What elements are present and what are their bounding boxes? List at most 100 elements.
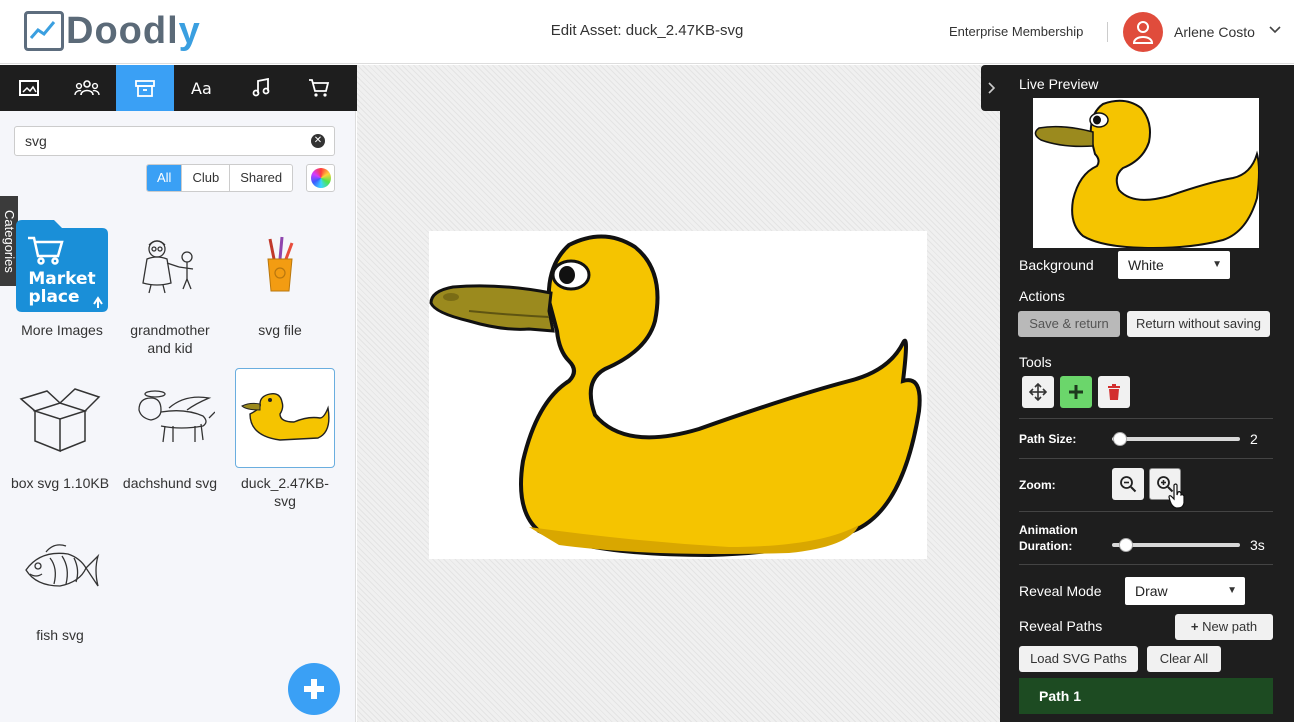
reveal-paths-label: Reveal Paths [1019,618,1103,634]
section-divider [1019,564,1273,565]
new-path-button[interactable]: + New path [1175,614,1273,640]
editor-canvas[interactable] [357,65,1000,722]
load-svg-paths-button[interactable]: Load SVG Paths [1019,646,1138,672]
live-preview-label: Live Preview [1019,76,1099,92]
svg-text:Market: Market [28,269,95,289]
tools-label: Tools [1019,354,1052,370]
asset-label: More Images [21,322,103,338]
zoom-out-button[interactable] [1112,468,1144,500]
dropdown-arrow-icon: ▼ [1227,585,1237,596]
path-size-value: 2 [1250,431,1258,447]
tab-marketplace[interactable] [290,65,348,111]
logo-chart-icon [24,11,64,51]
collapse-right-panel-icon[interactable] [981,65,1000,111]
path-size-slider-thumb[interactable] [1113,432,1127,446]
asset-filter-group: All Club Shared [146,164,294,192]
animation-label-line2: Duration: [1019,539,1073,553]
tab-characters[interactable] [58,65,116,111]
asset-label: fish svg [36,627,84,643]
tab-props[interactable] [116,65,174,111]
background-select-value: White [1128,257,1164,273]
avatar[interactable] [1123,12,1163,52]
asset-duck-svg[interactable]: duck_2.47KB-svg [235,368,335,510]
tab-images[interactable] [0,65,58,111]
reveal-mode-label: Reveal Mode [1019,583,1102,599]
animation-duration-label: Animation Duration: [1019,522,1078,554]
svg-text:place: place [28,287,79,307]
box-thumbnail [10,368,110,468]
duck-thumbnail [235,368,335,468]
add-asset-button[interactable] [288,663,340,715]
background-select[interactable]: White ▼ [1118,251,1230,279]
path-list-item[interactable]: Path 1 [1019,678,1273,714]
save-and-return-button[interactable]: Save & return [1018,311,1120,337]
add-point-tool-button[interactable] [1060,376,1092,408]
return-without-saving-button[interactable]: Return without saving [1127,311,1270,337]
path-size-label: Path Size: [1019,432,1077,446]
asset-settings-panel: Live Preview Background White ▼ Actions … [1000,65,1294,722]
asset-label: duck_2.47KB-svg [241,475,329,509]
duck-artwork[interactable] [429,231,927,559]
logo-text: Doodly [66,9,201,52]
asset-label: grandmother and kid [130,322,210,356]
fish-thumbnail [10,520,110,620]
header-divider [1107,22,1108,42]
membership-label: Enterprise Membership [949,24,1084,39]
clear-search-icon[interactable]: ✕ [311,134,325,148]
zoom-out-icon [1120,476,1137,493]
move-tool-button[interactable] [1022,376,1054,408]
background-label: Background [1019,257,1094,273]
asset-grandmother-and-kid[interactable]: grandmother and kid [120,215,220,357]
cart-icon [309,79,330,97]
asset-fish-svg[interactable]: fish svg [10,520,110,644]
chevron-down-icon[interactable] [1269,24,1281,38]
dachshund-thumbnail [120,368,220,468]
app-header: Doodly Edit Asset: duck_2.47KB-svg Enter… [0,0,1294,64]
section-divider [1019,418,1273,419]
plus-icon [304,679,324,699]
color-wheel-icon [310,168,331,188]
asset-more-images[interactable]: Market place More Images [12,215,112,339]
color-filter-button[interactable] [306,164,335,192]
plus-icon [1069,385,1083,399]
asset-label: svg file [258,322,302,338]
new-path-label: New path [1202,619,1258,634]
zoom-label: Zoom: [1019,478,1056,492]
asset-dachshund-svg[interactable]: dachshund svg [120,368,220,492]
animation-duration-value: 3s [1250,537,1265,553]
tab-text[interactable]: Aa [174,65,232,111]
animation-duration-slider-thumb[interactable] [1119,538,1133,552]
filter-all[interactable]: All [147,165,182,191]
asset-svg-file[interactable]: svg file [230,215,330,339]
doodly-logo[interactable]: Doodly [24,8,201,54]
section-divider [1019,458,1273,459]
section-divider [1019,511,1273,512]
asset-label: dachshund svg [122,475,218,491]
marketplace-thumbnail: Market place [12,215,112,315]
tab-music[interactable] [232,65,290,111]
trash-icon [1108,384,1120,400]
asset-box-svg[interactable]: box svg 1.10KB [10,368,110,492]
delete-tool-button[interactable] [1098,376,1130,408]
live-preview [1033,98,1260,250]
animation-label-line1: Animation [1019,523,1078,537]
actions-label: Actions [1019,288,1065,304]
hand-cursor-icon [1168,483,1186,514]
path-size-slider[interactable] [1112,437,1240,441]
search-input[interactable]: svg [14,126,335,156]
filter-shared[interactable]: Shared [229,165,292,191]
filter-club[interactable]: Club [181,165,229,191]
reveal-mode-select[interactable]: Draw ▼ [1125,577,1245,605]
user-name[interactable]: Arlene Costo [1174,24,1255,40]
music-note-icon [252,78,270,97]
people-icon [74,80,100,96]
plus-icon: + [1190,619,1199,634]
asset-label: box svg 1.10KB [10,475,110,491]
clear-all-button[interactable]: Clear All [1147,646,1221,672]
text-font-icon: Aa [191,79,212,98]
grandmother-thumbnail [120,215,220,315]
move-arrows-icon [1029,383,1047,401]
archive-box-icon [135,80,155,97]
user-icon [1132,21,1154,44]
reveal-mode-select-value: Draw [1135,583,1168,599]
